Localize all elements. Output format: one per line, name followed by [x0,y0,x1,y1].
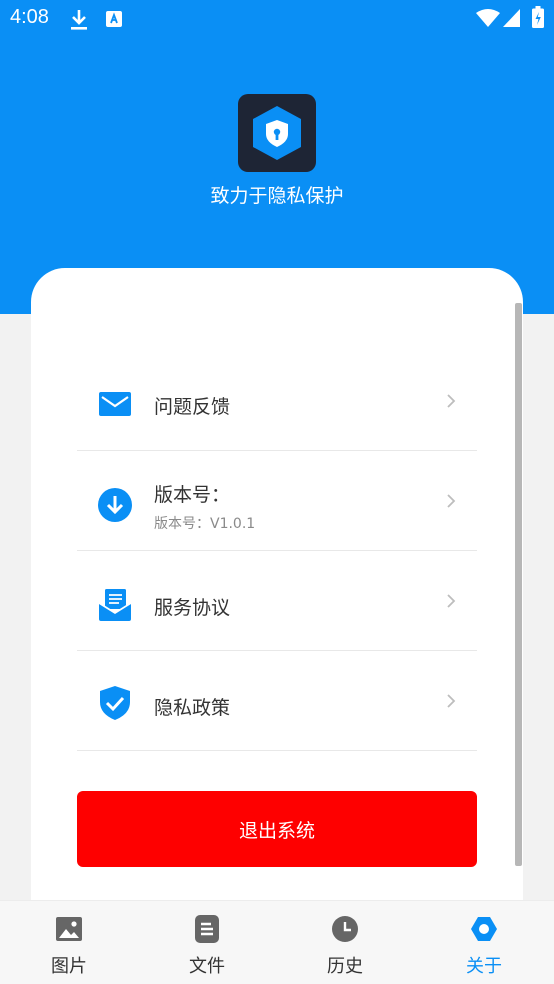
status-time: 4:08 [10,6,49,28]
menu-item-service-agreement[interactable]: 服务协议 [77,551,477,651]
chevron-right-icon [447,494,456,508]
agreement-icon [98,589,132,621]
wifi-icon [476,9,500,27]
version-text: 版本号：V1.0.1 [154,516,256,532]
menu-item-label: 隐私政策 [154,697,231,719]
tab-label: 历史 [327,956,363,977]
clock-icon [332,916,358,942]
chevron-right-icon [447,394,456,408]
mail-icon [99,392,131,416]
shield-lock-icon [253,106,301,160]
file-icon [195,915,219,943]
menu-item-version[interactable]: 版本号： 版本号：V1.0.1 [77,451,477,551]
tab-history[interactable]: 历史 [276,901,414,984]
accessibility-icon [106,11,122,27]
menu-item-label: 问题反馈 [154,396,231,418]
tab-label: 文件 [189,956,225,977]
logout-button[interactable]: 退出系统 [77,791,477,867]
download-circle-icon [98,488,132,522]
image-icon [56,917,82,941]
bottom-nav: 图片 文件 历史 关于 [0,900,554,984]
menu-item-label: 版本号： [154,484,231,506]
scrollbar[interactable] [515,303,522,866]
chevron-right-icon [447,694,456,708]
app-slogan: 致力于隐私保护 [210,185,344,207]
app-logo [238,94,316,172]
tab-about[interactable]: 关于 [415,901,553,984]
tab-label: 图片 [51,956,87,977]
menu-item-feedback[interactable]: 问题反馈 [77,351,477,451]
shield-check-icon [100,686,130,720]
battery-icon [532,6,544,28]
chevron-right-icon [447,594,456,608]
signal-icon [503,9,520,27]
menu-item-label: 服务协议 [154,597,231,619]
tab-images[interactable]: 图片 [0,901,138,984]
settings-icon [471,917,497,941]
tab-files[interactable]: 文件 [138,901,276,984]
download-icon [71,10,87,30]
menu-item-privacy-policy[interactable]: 隐私政策 [77,651,477,751]
status-bar: 4:08 [0,0,554,38]
tab-label: 关于 [466,956,502,977]
